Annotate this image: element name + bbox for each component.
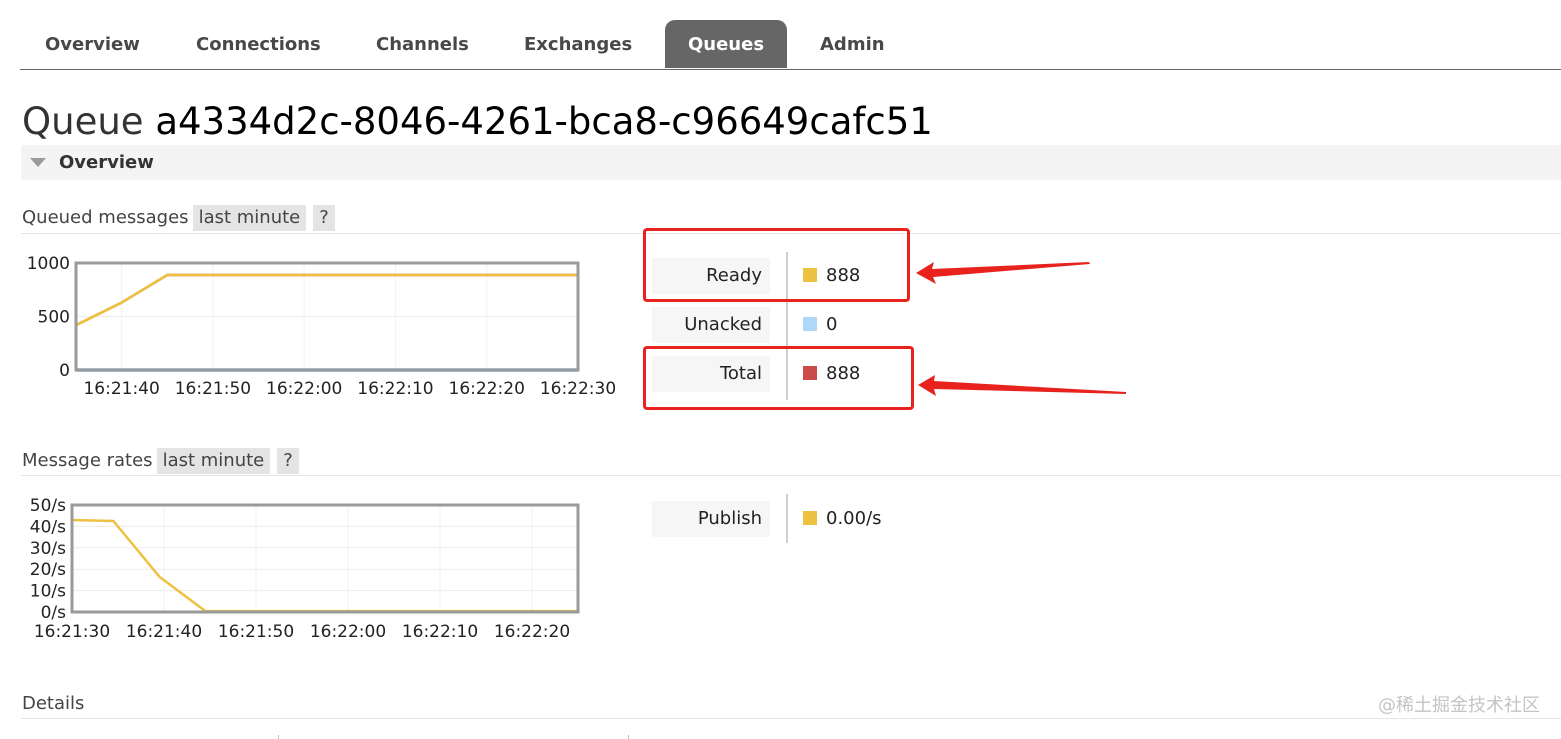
watermark: @稀土掘金技术社区 <box>1378 695 1540 716</box>
column-tick <box>278 735 279 739</box>
column-tick <box>628 735 629 739</box>
arrow-icon <box>916 262 1090 284</box>
annotation-arrows <box>916 262 1126 396</box>
divider <box>21 718 1561 719</box>
arrow-icon <box>918 375 1126 396</box>
details-heading: Details <box>22 693 85 714</box>
